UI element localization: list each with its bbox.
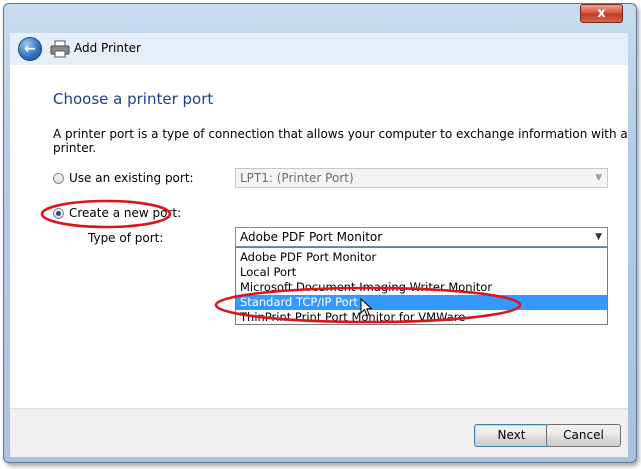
cancel-button[interactable]: Cancel xyxy=(546,424,621,447)
back-arrow-icon: ← xyxy=(24,41,36,57)
existing-port-value: LPT1: (Printer Port) xyxy=(240,171,354,185)
use-existing-port-radio[interactable] xyxy=(53,173,64,184)
use-existing-port-label[interactable]: Use an existing port: xyxy=(69,171,194,185)
back-button[interactable]: ← xyxy=(18,37,42,61)
list-item[interactable]: Adobe PDF Port Monitor xyxy=(236,250,607,265)
close-button[interactable]: x xyxy=(580,4,623,23)
list-item[interactable]: Microsoft Document Imaging Writer Monito… xyxy=(236,280,607,295)
page-description: A printer port is a type of connection t… xyxy=(53,127,628,155)
chevron-down-icon: ▼ xyxy=(595,173,602,183)
printer-icon xyxy=(50,40,70,58)
create-new-port-radio[interactable] xyxy=(53,208,64,219)
type-of-port-label: Type of port: xyxy=(88,231,164,245)
existing-port-select: LPT1: (Printer Port) ▼ xyxy=(235,168,608,188)
port-type-value: Adobe PDF Port Monitor xyxy=(240,230,383,244)
port-type-list: Adobe PDF Port Monitor Local Port Micros… xyxy=(235,247,608,325)
next-button[interactable]: Next xyxy=(474,424,549,447)
chevron-down-icon: ▼ xyxy=(595,232,602,242)
mouse-pointer-icon xyxy=(360,298,373,317)
list-item[interactable]: ThinPrint Print Port Monitor for VMWare xyxy=(236,310,607,325)
create-new-port-label[interactable]: Create a new port: xyxy=(69,206,181,220)
list-item[interactable]: Standard TCP/IP Port xyxy=(236,295,607,310)
port-type-select[interactable]: Adobe PDF Port Monitor ▼ xyxy=(235,227,608,247)
list-item[interactable]: Local Port xyxy=(236,265,607,280)
window-title: Add Printer xyxy=(74,41,141,55)
page-title: Choose a printer port xyxy=(53,90,214,108)
